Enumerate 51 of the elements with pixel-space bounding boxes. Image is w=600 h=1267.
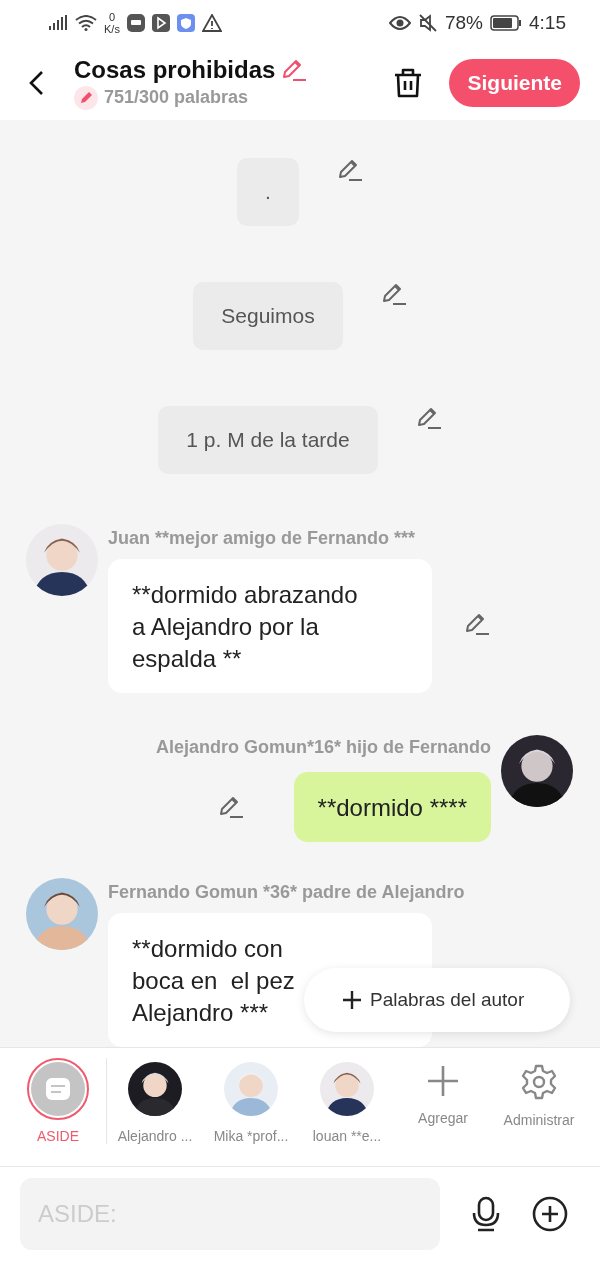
shield-icon bbox=[176, 13, 195, 32]
pencil-icon bbox=[74, 85, 98, 110]
note-icon bbox=[31, 1062, 85, 1116]
character-tab[interactable]: louan **e... bbox=[299, 1058, 395, 1144]
app-icon bbox=[126, 13, 145, 32]
eye-icon bbox=[389, 14, 411, 31]
edit-icon[interactable] bbox=[380, 282, 407, 306]
edit-icon[interactable] bbox=[415, 406, 442, 430]
character-tab[interactable]: Agregar bbox=[395, 1058, 491, 1126]
back-icon[interactable] bbox=[28, 69, 44, 96]
message-line: espalda ** bbox=[132, 644, 242, 674]
battery-icon bbox=[490, 14, 522, 31]
character-name: Fernando Gomun *36* padre de Alejandro bbox=[108, 882, 465, 903]
character-tab[interactable]: Administrar bbox=[491, 1058, 587, 1128]
mute-icon bbox=[418, 13, 438, 32]
story-title: Cosas prohibidas bbox=[74, 55, 276, 84]
edit-icon[interactable] bbox=[217, 795, 244, 819]
edit-icon[interactable] bbox=[281, 57, 308, 82]
character-tab[interactable]: ASIDE bbox=[10, 1058, 107, 1144]
battery-percent: 78% bbox=[445, 11, 483, 34]
wifi-icon bbox=[75, 14, 97, 31]
message-line: boca en el pez bbox=[132, 966, 295, 996]
message-line: **dormido **** bbox=[317, 793, 467, 823]
clock: 4:15 bbox=[529, 11, 566, 34]
character-name: Alejandro Gomun*16* hijo de Fernando bbox=[155, 737, 491, 758]
edit-icon[interactable] bbox=[464, 612, 490, 636]
next-button[interactable]: Siguiente bbox=[449, 58, 580, 107]
settings-icon bbox=[521, 1064, 557, 1100]
add-icon[interactable] bbox=[532, 1196, 568, 1232]
message-line: a Alejandro por la bbox=[132, 612, 319, 642]
message-line: Alejandro *** bbox=[132, 998, 269, 1028]
microphone-icon[interactable] bbox=[470, 1196, 502, 1232]
narration-bubble: 1 p. M de la tarde bbox=[158, 406, 378, 474]
message-line: **dormido abrazando bbox=[132, 580, 358, 610]
word-count: 751/300 palabras bbox=[104, 87, 249, 108]
character-tab[interactable]: Alejandro ... bbox=[107, 1058, 203, 1144]
character-name: Juan **mejor amigo de Fernando *** bbox=[108, 528, 417, 549]
narration-bubble: . bbox=[237, 158, 299, 226]
narration-bubble: Seguimos bbox=[193, 282, 343, 350]
play-icon bbox=[151, 13, 170, 32]
character-tab[interactable]: Mika *prof... bbox=[203, 1058, 299, 1144]
plus-icon bbox=[426, 1064, 460, 1098]
signal-icon bbox=[48, 14, 68, 31]
speed-value: 0 bbox=[108, 10, 115, 23]
author-note-button[interactable]: Palabras del autor bbox=[304, 968, 570, 1032]
message-line: **dormido con bbox=[132, 934, 283, 964]
plus-icon bbox=[342, 990, 362, 1010]
edit-icon[interactable] bbox=[337, 158, 363, 182]
speed-unit: K/s bbox=[104, 22, 120, 35]
trash-icon[interactable] bbox=[393, 66, 424, 99]
warning-icon bbox=[201, 13, 222, 32]
